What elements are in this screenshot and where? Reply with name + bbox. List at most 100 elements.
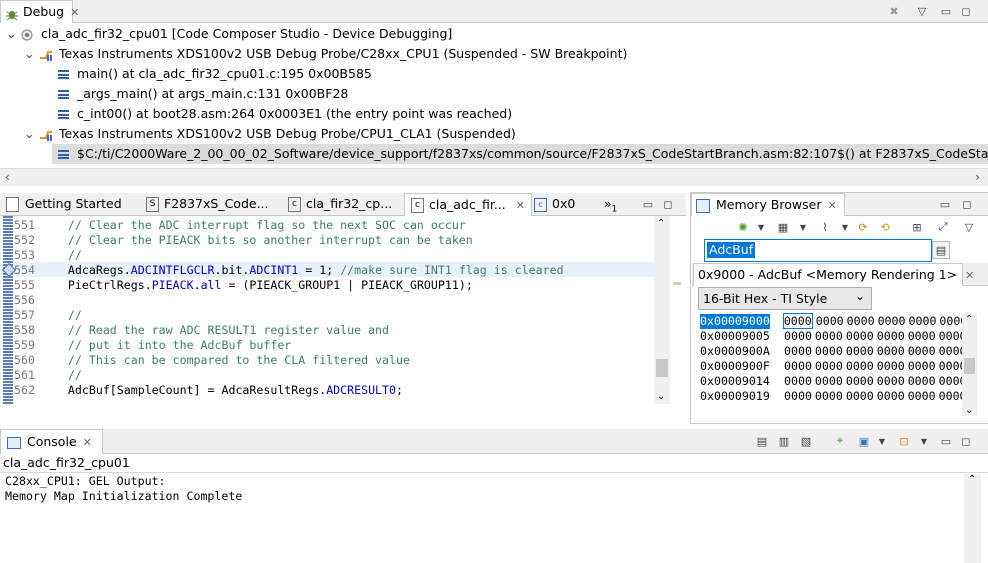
memory-row[interactable]: 0x00009014 0000 0000 0000 0000 0000 0000 bbox=[700, 374, 970, 389]
code-editor[interactable]: 551 // Clear the ADC interrupt flag so t… bbox=[0, 216, 686, 404]
tree-item-probe-cla1[interactable]: ⌄ Texas Instruments XDS100v2 USB Debug Pr… bbox=[24, 124, 516, 144]
dropdown-icon[interactable]: ▼ bbox=[837, 219, 853, 235]
memory-value[interactable]: 0000 bbox=[878, 314, 906, 328]
address-input[interactable]: AdcBuf bbox=[707, 242, 756, 258]
memory-value[interactable]: 0000 bbox=[877, 329, 905, 343]
memory-row[interactable]: 0x00009005 0000 0000 0000 0000 0000 0000 bbox=[700, 329, 970, 344]
scroll-lock-icon[interactable]: ▥ bbox=[776, 433, 792, 449]
memory-value[interactable]: 0000 bbox=[908, 359, 936, 373]
memory-value[interactable]: 0000 bbox=[846, 359, 874, 373]
chevron-down-icon[interactable]: ⌄ bbox=[6, 24, 20, 44]
tree-item-session[interactable]: ⌄ cla_adc_fir32_cpu01 [Code Composer Stud… bbox=[6, 24, 452, 44]
memory-row[interactable]: 0x00009000 0000 0000 0000 0000 0000 0000 bbox=[700, 313, 970, 329]
scroll-right-icon[interactable]: › bbox=[975, 170, 980, 184]
pin-icon[interactable]: ⤢ bbox=[935, 219, 951, 235]
memory-value[interactable]: 0000 bbox=[784, 389, 812, 403]
scroll-up-icon[interactable]: ⌃ bbox=[657, 218, 665, 229]
maximize-icon[interactable]: ◻ bbox=[958, 3, 974, 19]
minimize-icon[interactable]: ▭ bbox=[937, 196, 953, 212]
tab-debug[interactable]: Debug ✕ bbox=[0, 0, 79, 23]
memory-row[interactable]: 0x00009019 0000 0000 0000 0000 0000 0000 bbox=[700, 389, 970, 404]
tab-codestartbranch[interactable]: S F2837xS_Code... bbox=[146, 193, 269, 215]
console-vscrollbar[interactable]: ⌃ bbox=[964, 474, 981, 563]
memory-value[interactable]: 0000 bbox=[877, 344, 905, 358]
editor-vscrollbar[interactable]: ⌃ ⌄ bbox=[654, 216, 670, 404]
editor-hscrollbar[interactable] bbox=[0, 404, 686, 420]
scroll-thumb[interactable] bbox=[964, 358, 975, 374]
console-output[interactable]: C28xx_CPU1: GEL Output: Memory Map Initi… bbox=[5, 474, 955, 504]
remove-all-terminated-icon[interactable]: ✖ bbox=[886, 3, 902, 19]
scroll-left-icon[interactable]: ‹ bbox=[5, 170, 10, 184]
scroll-thumb[interactable] bbox=[656, 359, 668, 377]
tab-memory-rendering[interactable]: 0x9000 - AdcBuf <Memory Rendering 1> ✕ bbox=[693, 263, 974, 286]
load-memory-icon[interactable]: ▦ bbox=[775, 219, 791, 235]
memory-value[interactable]: 0000 bbox=[908, 374, 936, 388]
memory-value[interactable]: 0000 bbox=[908, 389, 936, 403]
close-icon[interactable]: ✕ bbox=[83, 436, 92, 449]
tab-disassembly[interactable]: c 0x0 bbox=[534, 193, 575, 215]
scroll-up-icon[interactable]: ⌃ bbox=[968, 474, 976, 485]
format-select[interactable]: 16-Bit Hex - TI Style ⌄ bbox=[698, 287, 872, 310]
refresh-icon[interactable]: ⟳ bbox=[855, 219, 871, 235]
sync-icon[interactable]: ⟲ bbox=[877, 219, 893, 235]
chevron-down-icon[interactable]: ⌄ bbox=[24, 124, 38, 144]
memory-row[interactable]: 0x0000900A 0000 0000 0000 0000 0000 0000 bbox=[700, 344, 970, 359]
debug-hscrollbar[interactable]: ‹ › bbox=[0, 168, 988, 186]
tab-getting-started[interactable]: Getting Started bbox=[6, 193, 122, 215]
memory-value[interactable]: 0000 bbox=[782, 313, 813, 329]
memory-value[interactable]: 0000 bbox=[815, 359, 843, 373]
tab-overflow[interactable]: »1 bbox=[604, 193, 617, 215]
dropdown-icon[interactable]: ▼ bbox=[874, 433, 890, 449]
maximize-icon[interactable]: ◻ bbox=[660, 196, 676, 212]
memory-value[interactable]: 0000 bbox=[877, 389, 905, 403]
stack-frame[interactable]: _args_main() at args_main.c:131 0x00BF28 bbox=[58, 84, 348, 104]
close-icon[interactable]: ✕ bbox=[70, 6, 79, 19]
memory-value[interactable]: 0000 bbox=[816, 314, 844, 328]
maximize-icon[interactable]: ◻ bbox=[958, 433, 974, 449]
memory-value[interactable]: 0000 bbox=[846, 374, 874, 388]
dropdown-icon[interactable]: ▼ bbox=[753, 219, 769, 235]
memory-value[interactable]: 0000 bbox=[908, 344, 936, 358]
memory-value[interactable]: 0000 bbox=[815, 344, 843, 358]
memory-value[interactable]: 0000 bbox=[877, 374, 905, 388]
close-icon[interactable]: ✕ bbox=[827, 199, 836, 212]
memory-value[interactable]: 0000 bbox=[908, 329, 936, 343]
memory-row[interactable]: 0x0000900F 0000 0000 0000 0000 0000 0000 bbox=[700, 359, 970, 374]
go-icon[interactable]: ▤ bbox=[932, 241, 950, 259]
memory-value[interactable]: 0000 bbox=[784, 344, 812, 358]
memory-value[interactable]: 0000 bbox=[847, 314, 875, 328]
view-menu-icon[interactable]: ▽ bbox=[961, 219, 977, 235]
memory-value[interactable]: 0000 bbox=[815, 389, 843, 403]
dropdown-icon[interactable]: ▼ bbox=[916, 433, 932, 449]
clear-console-icon[interactable]: ▤ bbox=[754, 433, 770, 449]
memory-value[interactable]: 0000 bbox=[877, 359, 905, 373]
memory-value[interactable]: 0000 bbox=[784, 329, 812, 343]
memory-value[interactable]: 0000 bbox=[846, 344, 874, 358]
tab-cla-fir32[interactable]: c cla_fir32_cp... bbox=[288, 193, 392, 215]
save-memory-icon[interactable]: ⌇ bbox=[817, 219, 833, 235]
close-icon[interactable]: ✕ bbox=[516, 199, 525, 212]
minimize-icon[interactable]: ▭ bbox=[938, 433, 954, 449]
chevron-down-icon[interactable]: ⌄ bbox=[24, 44, 38, 64]
memory-vscrollbar[interactable]: ⌃ ⌄ bbox=[962, 314, 977, 416]
connect-icon[interactable]: ✺ bbox=[735, 219, 751, 235]
memory-value[interactable]: 0000 bbox=[784, 374, 812, 388]
open-console-icon[interactable]: ⊡ bbox=[896, 433, 912, 449]
word-wrap-icon[interactable]: ▧ bbox=[798, 433, 814, 449]
stack-frame-selected[interactable]: $C:/ti/C2000Ware_2_00_00_02_Software/dev… bbox=[52, 144, 988, 164]
view-menu-icon[interactable]: ▽ bbox=[914, 3, 930, 19]
tab-memory-browser[interactable]: Memory Browser ✕ bbox=[691, 193, 845, 216]
stack-frame[interactable]: main() at cla_adc_fir32_cpu01.c:195 0x00… bbox=[58, 64, 372, 84]
memory-value[interactable]: 0000 bbox=[815, 374, 843, 388]
display-console-icon[interactable]: ▣ bbox=[856, 433, 872, 449]
close-icon[interactable]: ✕ bbox=[965, 269, 974, 282]
memory-value[interactable]: 0000 bbox=[846, 329, 874, 343]
tree-item-probe-cpu1[interactable]: ⌄ Texas Instruments XDS100v2 USB Debug Pr… bbox=[24, 44, 627, 64]
memory-value[interactable]: 0000 bbox=[815, 329, 843, 343]
dropdown-icon[interactable]: ▼ bbox=[795, 219, 811, 235]
tab-console[interactable]: Console ✕ bbox=[0, 429, 103, 454]
scroll-up-icon[interactable]: ⌃ bbox=[965, 314, 973, 325]
memory-value[interactable]: 0000 bbox=[909, 314, 937, 328]
stack-frame[interactable]: c_int00() at boot28.asm:264 0x0003E1 (th… bbox=[58, 104, 512, 124]
pin-console-icon[interactable]: ⌖ bbox=[832, 433, 848, 449]
